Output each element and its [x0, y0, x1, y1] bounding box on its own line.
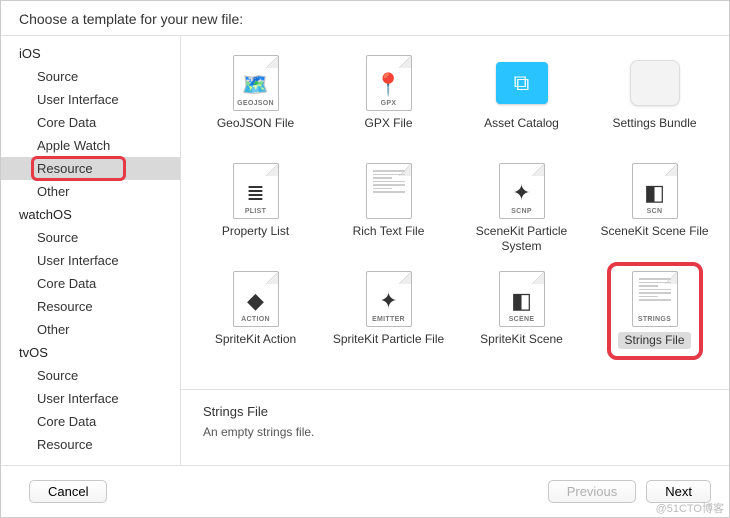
- main-area: iOSSourceUser InterfaceCore DataApple Wa…: [1, 35, 729, 466]
- file-icon: ≣PLIST: [233, 163, 279, 219]
- category-core-data[interactable]: Core Data: [1, 111, 180, 134]
- template-icon: [623, 52, 687, 114]
- template-label: SpriteKit Action: [215, 332, 296, 362]
- template-icon: 📍GPX: [357, 52, 421, 114]
- category-resource[interactable]: Resource: [1, 433, 180, 456]
- template-icon: ≣PLIST: [224, 160, 288, 222]
- category-apple-watch[interactable]: Apple Watch: [1, 134, 180, 157]
- description-text: An empty strings file.: [203, 425, 707, 439]
- template-label: Rich Text File: [353, 224, 425, 254]
- category-source[interactable]: Source: [1, 65, 180, 88]
- file-icon: 🗺️GEOJSON: [233, 55, 279, 111]
- template-label: GeoJSON File: [217, 116, 294, 146]
- template-property-list[interactable]: ≣PLIST Property List: [196, 156, 316, 258]
- category-source[interactable]: Source: [1, 364, 180, 387]
- cancel-button[interactable]: Cancel: [29, 480, 107, 503]
- template-geojson-file[interactable]: 🗺️GEOJSON GeoJSON File: [196, 48, 316, 150]
- category-core-data[interactable]: Core Data: [1, 272, 180, 295]
- template-icon: ◆ACTION: [224, 268, 288, 330]
- file-icon: [366, 163, 412, 219]
- template-label: GPX File: [364, 116, 412, 146]
- template-icon: STRINGS: [623, 268, 687, 330]
- watermark: @51CTO博客: [656, 500, 724, 516]
- footer: Cancel Previous Next: [1, 466, 729, 517]
- category-user-interface[interactable]: User Interface: [1, 249, 180, 272]
- template-icon: ✦EMITTER: [357, 268, 421, 330]
- template-icon: ✦SCNP: [490, 160, 554, 222]
- template-icon: ◧SCN: [623, 160, 687, 222]
- previous-button: Previous: [548, 480, 637, 503]
- template-asset-catalog[interactable]: ⧉ Asset Catalog: [462, 48, 582, 150]
- dialog-title: Choose a template for your new file:: [19, 11, 243, 27]
- category-user-interface[interactable]: User Interface: [1, 387, 180, 410]
- template-label: SceneKit Particle System: [466, 224, 578, 254]
- template-scenekit-particle-system[interactable]: ✦SCNP SceneKit Particle System: [462, 156, 582, 258]
- file-icon: STRINGS: [632, 271, 678, 327]
- file-icon: 📍GPX: [366, 55, 412, 111]
- template-label: Settings Bundle: [612, 116, 696, 146]
- description-title: Strings File: [203, 404, 707, 419]
- template-label: Property List: [222, 224, 289, 254]
- template-icon: ⧉: [490, 52, 554, 114]
- template-label: SceneKit Scene File: [600, 224, 708, 254]
- template-grid: 🗺️GEOJSON GeoJSON File 📍GPX GPX File ⧉ Asset …: [181, 36, 729, 389]
- template-spritekit-scene[interactable]: ◧SCENE SpriteKit Scene: [462, 264, 582, 366]
- template-label: Asset Catalog: [484, 116, 559, 146]
- category-resource[interactable]: Resource: [1, 157, 180, 180]
- template-label: SpriteKit Particle File: [333, 332, 444, 362]
- template-label: SpriteKit Scene: [480, 332, 563, 362]
- platform-ios: iOS: [1, 42, 180, 65]
- category-other[interactable]: Other: [1, 180, 180, 203]
- template-row: ≣PLIST Property List Rich Text File ✦SCNP Sc…: [189, 156, 721, 258]
- platform-watchos: watchOS: [1, 203, 180, 226]
- template-settings-bundle[interactable]: Settings Bundle: [595, 48, 715, 150]
- platform-tvos: tvOS: [1, 341, 180, 364]
- file-icon: ◧SCENE: [499, 271, 545, 327]
- template-label: Strings File: [618, 332, 690, 349]
- file-icon: ◧SCN: [632, 163, 678, 219]
- template-gpx-file[interactable]: 📍GPX GPX File: [329, 48, 449, 150]
- template-spritekit-particle-file[interactable]: ✦EMITTER SpriteKit Particle File: [329, 264, 449, 366]
- file-icon: ✦SCNP: [499, 163, 545, 219]
- template-rich-text-file[interactable]: Rich Text File: [329, 156, 449, 258]
- content-area: 🗺️GEOJSON GeoJSON File 📍GPX GPX File ⧉ Asset …: [181, 36, 729, 465]
- template-icon: ◧SCENE: [490, 268, 554, 330]
- template-icon: [357, 160, 421, 222]
- file-icon: ◆ACTION: [233, 271, 279, 327]
- template-strings-file[interactable]: STRINGS Strings File: [595, 264, 715, 366]
- sidebar[interactable]: iOSSourceUser InterfaceCore DataApple Wa…: [1, 36, 181, 465]
- category-core-data[interactable]: Core Data: [1, 410, 180, 433]
- category-resource[interactable]: Resource: [1, 295, 180, 318]
- asset-catalog-icon: ⧉: [496, 62, 548, 104]
- template-icon: 🗺️GEOJSON: [224, 52, 288, 114]
- dialog-header: Choose a template for your new file:: [1, 1, 729, 35]
- category-source[interactable]: Source: [1, 226, 180, 249]
- template-spritekit-action[interactable]: ◆ACTION SpriteKit Action: [196, 264, 316, 366]
- bundle-icon: [630, 60, 680, 106]
- template-row: ◆ACTION SpriteKit Action ✦EMITTER SpriteKit…: [189, 264, 721, 366]
- description-panel: Strings File An empty strings file.: [181, 389, 729, 465]
- file-icon: ✦EMITTER: [366, 271, 412, 327]
- category-user-interface[interactable]: User Interface: [1, 88, 180, 111]
- template-row: 🗺️GEOJSON GeoJSON File 📍GPX GPX File ⧉ Asset …: [189, 48, 721, 150]
- template-scenekit-scene-file[interactable]: ◧SCN SceneKit Scene File: [595, 156, 715, 258]
- category-other[interactable]: Other: [1, 318, 180, 341]
